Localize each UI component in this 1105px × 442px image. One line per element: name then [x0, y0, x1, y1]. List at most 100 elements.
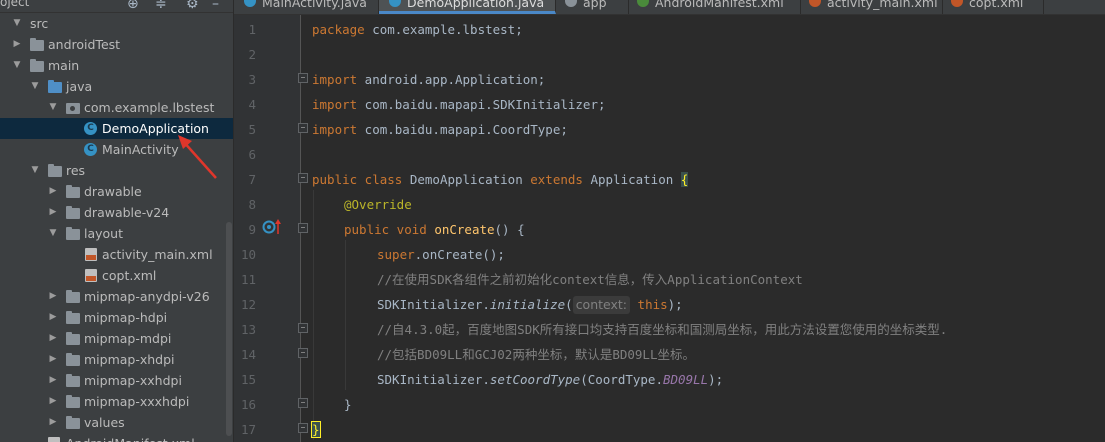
collapse-arrow-icon[interactable]: ▶: [48, 370, 58, 391]
tree-item-mipmap-xxhdpi[interactable]: ▶ mipmap-xxhdpi: [0, 370, 233, 391]
expand-arrow-icon[interactable]: ▼: [30, 160, 40, 181]
tree-item-activity-main-xml[interactable]: activity_main.xml: [0, 244, 233, 265]
tree-item-layout[interactable]: ▼ layout: [0, 223, 233, 244]
expand-arrow-icon[interactable]: ▼: [48, 223, 58, 244]
tab-app[interactable]: app: [557, 0, 629, 14]
tree-item-label: mipmap-hdpi: [84, 310, 168, 325]
keyword-import: import: [312, 97, 358, 112]
tree-item-label: mipmap-mdpi: [84, 331, 172, 346]
folder-icon: [66, 395, 80, 408]
collapse-arrow-icon[interactable]: ▶: [12, 34, 22, 55]
folder-icon: [66, 332, 80, 345]
tree-item-label: AndroidManifest.xml: [66, 433, 195, 442]
tree-item-mipmap-hdpi[interactable]: ▶ mipmap-hdpi: [0, 307, 233, 328]
collapse-arrow-icon[interactable]: ▶: [48, 181, 58, 202]
collapse-arrow-icon[interactable]: ▶: [48, 286, 58, 307]
static-method-call: setCoordType: [489, 372, 581, 387]
collapse-arrow-icon[interactable]: ▶: [48, 328, 58, 349]
expand-arrow-icon[interactable]: ▼: [12, 13, 22, 34]
tree-item-androidmanifest[interactable]: AndroidManifest.xml: [0, 433, 233, 442]
tree-scrollbar[interactable]: [226, 222, 232, 436]
xml-file-icon: [85, 248, 97, 261]
tree-item-label: java: [66, 79, 93, 94]
code-editor[interactable]: package com.example.lbstest; import andr…: [301, 15, 1105, 442]
tab-androidmanifest-xml[interactable]: AndroidManifest.xml: [629, 0, 801, 14]
tree-item-src[interactable]: ▼ src: [0, 13, 233, 34]
enum-constant: BD09LL: [663, 372, 709, 387]
manifest-file-icon: [48, 437, 60, 442]
line-number: 2: [248, 47, 256, 62]
tab-label: DemoApplication.java: [407, 0, 545, 10]
tree-item-label: copt.xml: [102, 268, 157, 283]
indent-guide: [345, 240, 346, 390]
tab-label: app: [583, 0, 607, 10]
code-line-11: //在使用SDK各组件之前初始化context信息，传入ApplicationC…: [377, 267, 803, 292]
keyword-public-class: public class: [312, 172, 403, 187]
tree-item-label: drawable: [84, 184, 142, 199]
override-method-icon[interactable]: [262, 219, 284, 237]
collapse-arrow-icon[interactable]: ▶: [48, 202, 58, 223]
tab-label: MainActivity.java: [262, 0, 367, 10]
hide-panel-icon[interactable]: –: [212, 0, 219, 12]
closing-brace: }: [344, 397, 352, 412]
project-panel-header: oject ⊕ ≑ ⚙ –: [0, 0, 233, 13]
collapse-arrow-icon[interactable]: ▶: [48, 307, 58, 328]
tree-item-mipmap-xhdpi[interactable]: ▶ mipmap-xhdpi: [0, 349, 233, 370]
code-line-14: //包括BD09LL和GCJ02两种坐标，默认是BD09LL坐标。: [377, 342, 695, 367]
add-icon[interactable]: ⊕: [127, 0, 139, 12]
folder-icon: [66, 227, 80, 240]
tab-label: activity_main.xml: [827, 0, 938, 10]
tree-item-java[interactable]: ▼ java: [0, 76, 233, 97]
matched-closing-brace: }: [311, 421, 321, 438]
package-name: com.example.lbstest;: [364, 22, 523, 37]
code-line-9: public void onCreate() {: [344, 217, 525, 242]
keyword-package: package: [312, 22, 365, 37]
line-number: 5: [248, 122, 256, 137]
import-path: com.baidu.mapapi.CoordType;: [357, 122, 568, 137]
tree-item-main[interactable]: ▼ main: [0, 55, 233, 76]
tree-item-drawable[interactable]: ▶ drawable: [0, 181, 233, 202]
line-number: 3: [248, 72, 256, 87]
tab-demoapplication-java[interactable]: DemoApplication.java: [379, 0, 556, 14]
tree-item-mipmap-anydpi-v26[interactable]: ▶ mipmap-anydpi-v26: [0, 286, 233, 307]
tree-item-values[interactable]: ▶ values: [0, 412, 233, 433]
tree-item-label: mipmap-anydpi-v26: [84, 289, 210, 304]
tab-mainactivity-java[interactable]: MainActivity.java: [234, 0, 379, 14]
folder-icon: [66, 311, 80, 324]
tree-item-mipmap-mdpi[interactable]: ▶ mipmap-mdpi: [0, 328, 233, 349]
tree-item-package[interactable]: ▼ com.example.lbstest: [0, 97, 233, 118]
expand-arrow-icon[interactable]: ▼: [48, 97, 58, 118]
line-number: 10: [240, 247, 256, 262]
line-number: 13: [240, 322, 256, 337]
code-line-12: SDKInitializer.initialize(context: this)…: [377, 292, 683, 317]
indent-guide: [313, 190, 314, 440]
collapse-arrow-icon[interactable]: ▶: [48, 412, 58, 433]
source-folder-icon: [48, 80, 62, 93]
code-line-13: //自4.3.0起，百度地图SDK所有接口均支持百度坐标和国测局坐标，用此方法设…: [377, 317, 947, 342]
expand-arrow-icon[interactable]: ▼: [12, 55, 22, 76]
tab-activity-main-xml[interactable]: activity_main.xml: [801, 0, 943, 14]
keyword-import: import: [312, 122, 358, 137]
collapse-arrow-icon[interactable]: ▶: [48, 349, 58, 370]
expand-arrow-icon[interactable]: ▼: [30, 76, 40, 97]
annotation-override: @Override: [344, 197, 412, 212]
tree-item-androidtest[interactable]: ▶ androidTest: [0, 34, 233, 55]
tree-item-label: main: [48, 58, 80, 73]
tree-item-drawable-v24[interactable]: ▶ drawable-v24: [0, 202, 233, 223]
tree-item-copt-xml[interactable]: copt.xml: [0, 265, 233, 286]
gear-icon[interactable]: ⚙: [186, 0, 199, 12]
folder-icon: [66, 374, 80, 387]
tree-item-label: layout: [84, 226, 124, 241]
tab-copt-xml[interactable]: copt.xml: [943, 0, 1044, 14]
class-name: DemoApplication: [402, 172, 531, 187]
annotation-arrow-icon: [178, 135, 217, 179]
code-line-3: import android.app.Application;: [312, 67, 545, 92]
collapse-all-icon[interactable]: ≑: [155, 0, 167, 12]
line-number: 4: [248, 97, 256, 112]
tree-item-label: mipmap-xxxhdpi: [84, 394, 190, 409]
collapse-arrow-icon[interactable]: ▶: [48, 391, 58, 412]
line-number: 17: [240, 422, 256, 437]
import-path: android.app.Application;: [357, 72, 546, 87]
java-class-icon: [244, 0, 256, 7]
tree-item-mipmap-xxxhdpi[interactable]: ▶ mipmap-xxxhdpi: [0, 391, 233, 412]
